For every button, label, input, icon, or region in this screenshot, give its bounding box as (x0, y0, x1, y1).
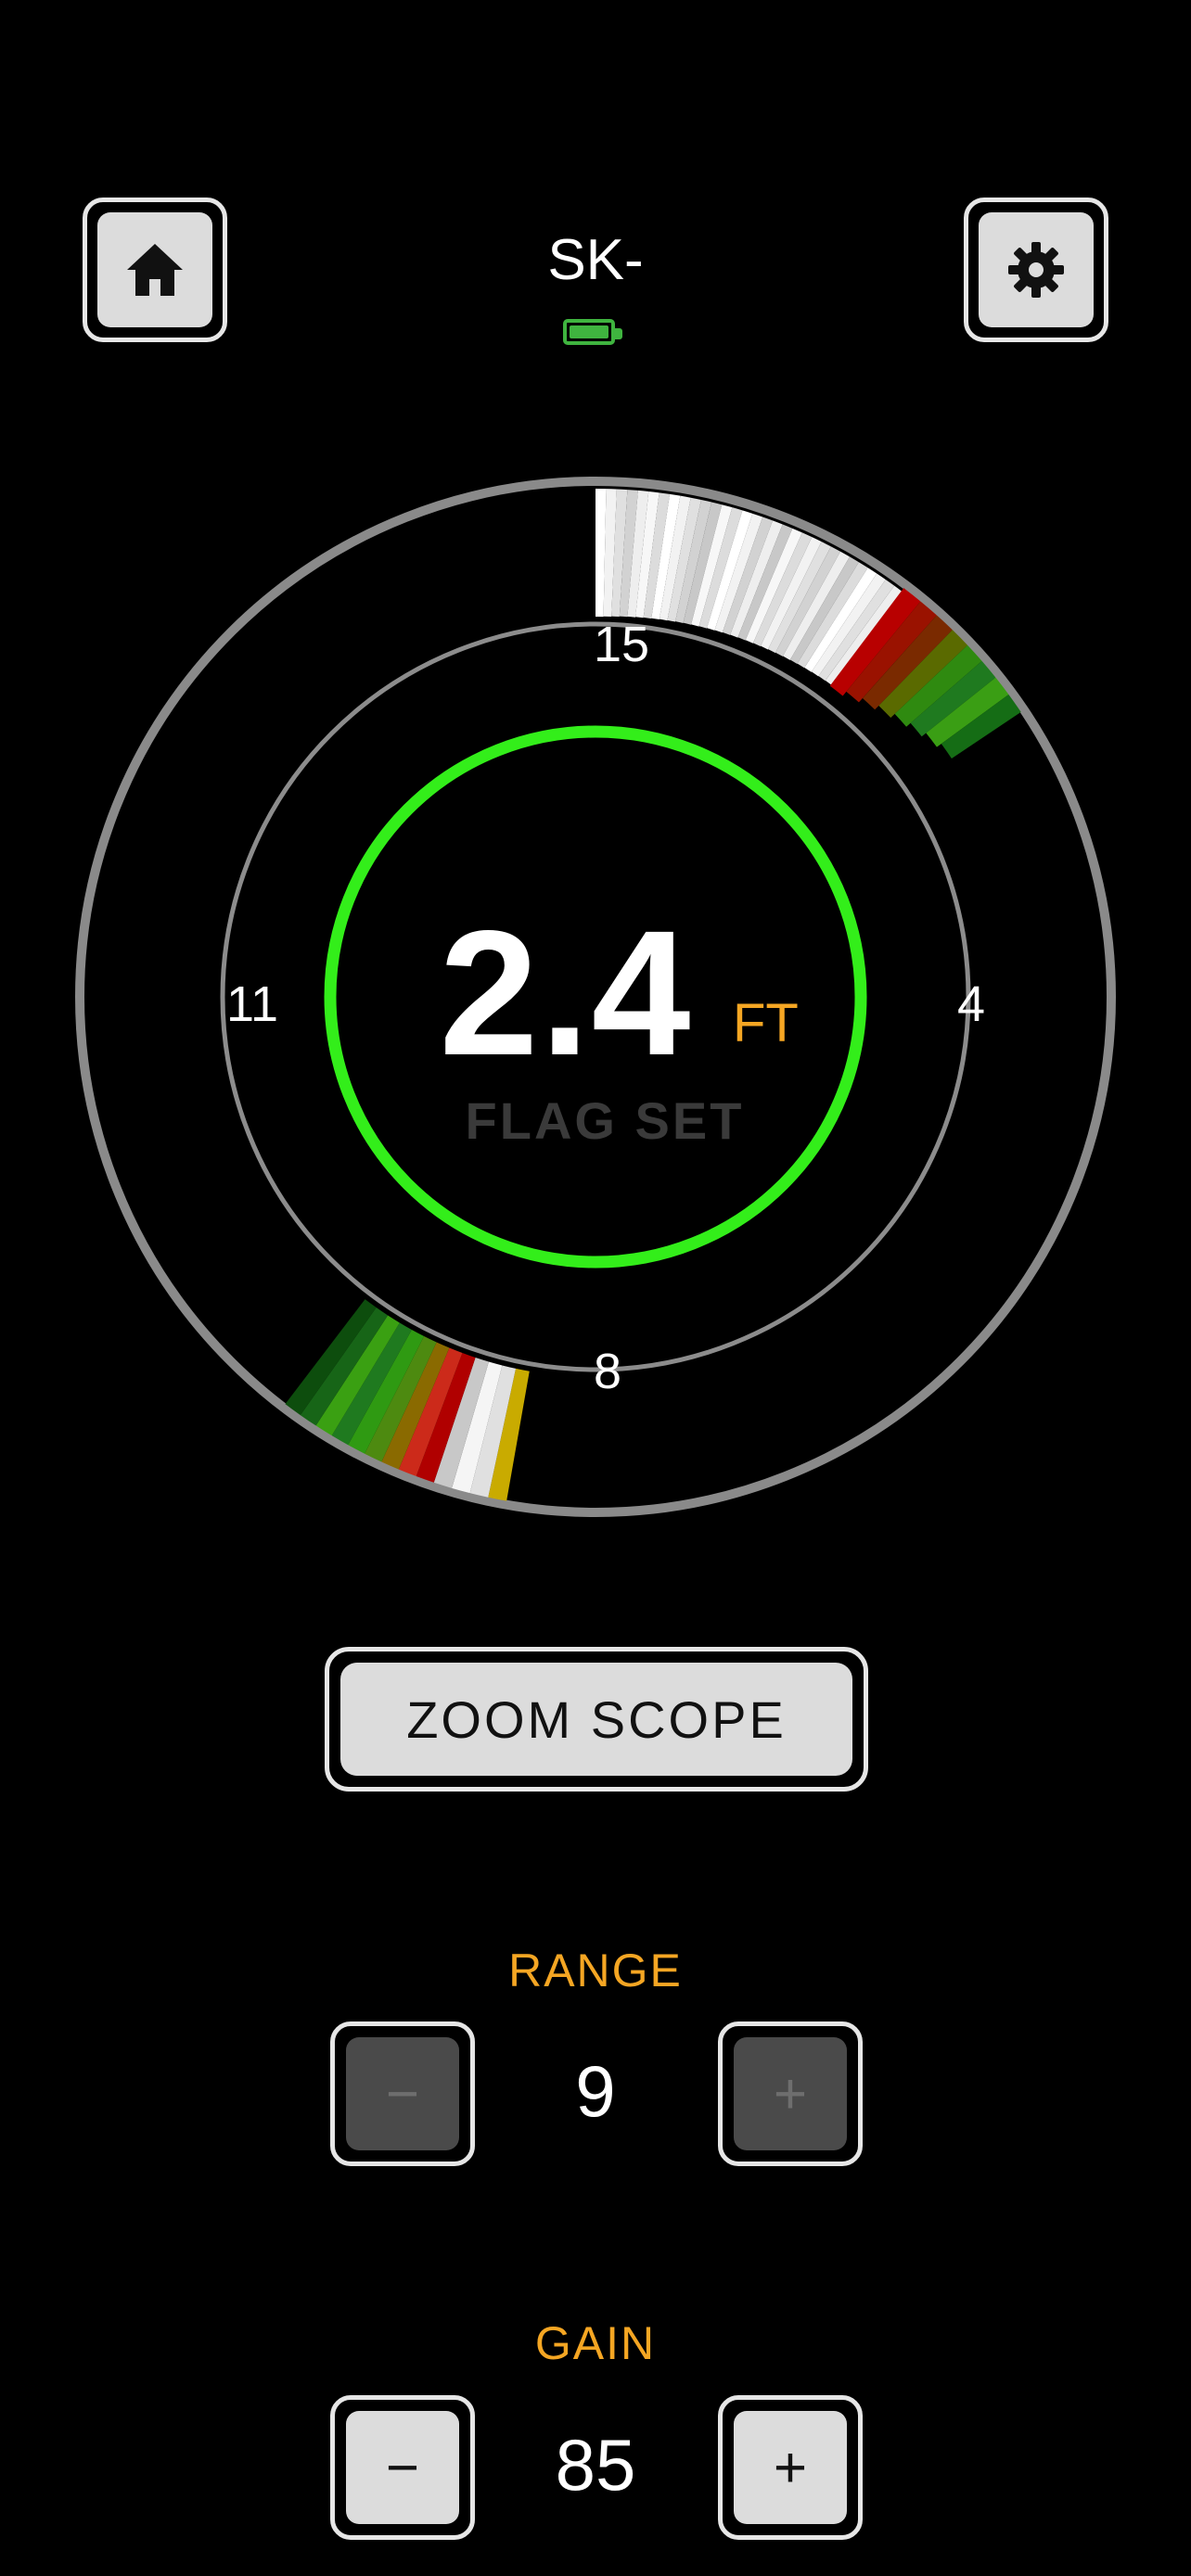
gain-decrease-button[interactable]: − (330, 2395, 475, 2540)
minus-icon: − (346, 2411, 459, 2524)
range-label: RANGE (508, 1945, 683, 1996)
scope-tick-top: 15 (593, 617, 650, 672)
scope-tick-left: 11 (225, 976, 279, 1032)
depth-unit: FT (733, 993, 799, 1053)
scope-tick-right: 4 (956, 976, 986, 1032)
scope-tick-bottom: 8 (593, 1344, 622, 1399)
flag-status: FLAG SET (465, 1091, 745, 1150)
plus-icon: + (734, 2411, 847, 2524)
gain-increase-button[interactable]: + (718, 2395, 863, 2540)
plus-icon: + (734, 2037, 847, 2150)
minus-icon: − (346, 2037, 459, 2150)
depth-reading: 2.4 (439, 893, 693, 1092)
gain-value: 85 (555, 2424, 636, 2506)
range-value: 9 (575, 2050, 616, 2132)
gain-label: GAIN (534, 2317, 657, 2369)
zoom-scope-button[interactable]: ZOOM SCOPE (325, 1647, 868, 1792)
range-decrease-button[interactable]: − (330, 2021, 475, 2166)
sonar-scope (75, 477, 1116, 1517)
zoom-scope-label: ZOOM SCOPE (340, 1663, 852, 1776)
range-increase-button[interactable]: + (718, 2021, 863, 2166)
